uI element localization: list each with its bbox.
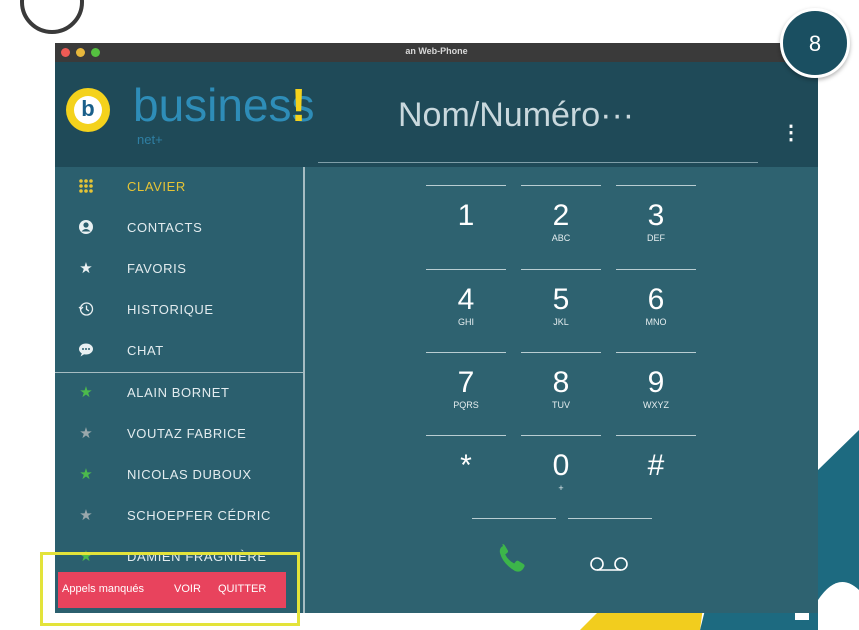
- action-separator: [472, 518, 556, 519]
- number-search-input[interactable]: Nom/Numéro···: [398, 95, 634, 135]
- key-digit: 8: [552, 366, 570, 399]
- dial-key-4[interactable]: 4 GHI: [426, 269, 506, 353]
- favorite-contact-item[interactable]: ★ VOUTAZ FABRICE: [55, 414, 303, 454]
- key-separator: [426, 435, 506, 436]
- history-icon: [77, 301, 95, 319]
- key-digit: 4: [457, 283, 475, 316]
- highlight-frame: [40, 552, 300, 626]
- sidebar-item-chat[interactable]: CHAT: [55, 331, 303, 371]
- favorite-contact-item[interactable]: ★ SCHOEPFER CÉDRIC: [55, 496, 303, 536]
- voicemail-icon: [590, 557, 628, 571]
- user-icon: [77, 219, 95, 237]
- key-digit: 0: [552, 449, 570, 482]
- star-icon: ★: [79, 260, 93, 277]
- keypad-icon: [77, 178, 95, 196]
- sidebar-item-contacts[interactable]: CONTACTS: [55, 208, 303, 248]
- brand-exclamation: !: [291, 79, 307, 131]
- step-number-badge: 8: [780, 8, 850, 78]
- key-digit: #: [647, 449, 665, 482]
- step-number: 8: [808, 31, 822, 56]
- sidebar-item-clavier[interactable]: CLAVIER: [55, 167, 303, 207]
- sidebar: CLAVIER CONTACTS ★ FAVORIS HISTORIQUE CH…: [55, 167, 303, 613]
- sidebar-item-label: FAVORIS: [127, 261, 187, 276]
- app-header: b business ! net+ Nom/Numéro··· ⋮: [55, 62, 818, 167]
- favorite-contact-item[interactable]: ★ NICOLAS DUBOUX: [55, 455, 303, 495]
- sidebar-item-favoris[interactable]: ★ FAVORIS: [55, 249, 303, 289]
- window-title: an Web-Phone: [405, 46, 468, 56]
- key-digit: 6: [647, 283, 665, 316]
- key-separator: [521, 185, 601, 186]
- sidebar-item-label: CLAVIER: [127, 179, 186, 194]
- dial-key-7[interactable]: 7 PQRS: [426, 352, 506, 436]
- voicemail-button[interactable]: [587, 555, 631, 573]
- key-separator: [616, 435, 696, 436]
- key-letters: JKL: [553, 317, 569, 327]
- key-letters: DEF: [647, 233, 665, 243]
- dial-key-8[interactable]: 8 TUV: [521, 352, 601, 436]
- brand-name: business: [133, 79, 315, 131]
- phone-icon: [499, 544, 525, 572]
- key-digit: 5: [552, 283, 570, 316]
- brand-logo-letter: b: [74, 96, 102, 124]
- title-bar: an Web-Phone: [55, 43, 818, 62]
- key-letters: TUV: [552, 400, 570, 410]
- dial-key-2[interactable]: 2 ABC: [521, 185, 601, 269]
- dial-key-hash[interactable]: #: [616, 435, 696, 519]
- favorite-online-star-icon: ★: [79, 384, 93, 401]
- dial-key-star[interactable]: *: [426, 435, 506, 519]
- dial-key-0[interactable]: 0 +: [521, 435, 601, 519]
- chat-icon: [77, 342, 95, 360]
- dial-key-6[interactable]: 6 MNO: [616, 269, 696, 353]
- brand-subtitle: net+: [137, 132, 163, 147]
- key-digit: 9: [647, 366, 665, 399]
- favorite-contact-item[interactable]: ★ ALAIN BORNET: [55, 373, 303, 413]
- key-separator: [521, 435, 601, 436]
- key-separator: [616, 185, 696, 186]
- action-separator: [568, 518, 652, 519]
- key-letters: GHI: [457, 317, 474, 327]
- sidebar-item-label: CHAT: [127, 343, 164, 358]
- favorite-contact-name: VOUTAZ FABRICE: [127, 426, 247, 441]
- sidebar-item-historique[interactable]: HISTORIQUE: [55, 290, 303, 330]
- search-underline: [318, 162, 758, 163]
- dial-key-9[interactable]: 9 WXYZ: [616, 352, 696, 436]
- key-separator: [521, 269, 601, 270]
- key-digit: 7: [457, 366, 475, 399]
- dial-key-1[interactable]: 1: [426, 185, 506, 269]
- key-separator: [426, 269, 506, 270]
- key-separator: [616, 352, 696, 353]
- key-letters: WXYZ: [643, 400, 669, 410]
- more-menu-icon[interactable]: ⋮: [781, 122, 801, 144]
- key-separator: [616, 269, 696, 270]
- key-letters: MNO: [645, 317, 667, 327]
- key-separator: [521, 352, 601, 353]
- key-letters: PQRS: [453, 400, 479, 410]
- key-letters: ABC: [551, 233, 571, 243]
- favorite-contact-name: ALAIN BORNET: [127, 385, 230, 400]
- dial-key-3[interactable]: 3 DEF: [616, 185, 696, 269]
- key-separator: [426, 352, 506, 353]
- favorite-offline-star-icon: ★: [79, 425, 93, 442]
- key-digit: 1: [457, 199, 475, 232]
- decorative-circle: [20, 0, 84, 34]
- key-separator: [426, 185, 506, 186]
- favorite-contact-name: NICOLAS DUBOUX: [127, 467, 252, 482]
- key-digit: 3: [647, 199, 665, 232]
- sidebar-item-label: CONTACTS: [127, 220, 203, 235]
- key-digit: *: [460, 449, 472, 482]
- favorite-offline-star-icon: ★: [79, 507, 93, 524]
- key-digit: 2: [552, 199, 570, 232]
- dial-key-5[interactable]: 5 JKL: [521, 269, 601, 353]
- favorite-contact-name: SCHOEPFER CÉDRIC: [127, 508, 271, 523]
- favorite-online-star-icon: ★: [79, 466, 93, 483]
- key-letters: +: [558, 483, 564, 493]
- sidebar-item-label: HISTORIQUE: [127, 302, 214, 317]
- call-button[interactable]: [497, 543, 529, 575]
